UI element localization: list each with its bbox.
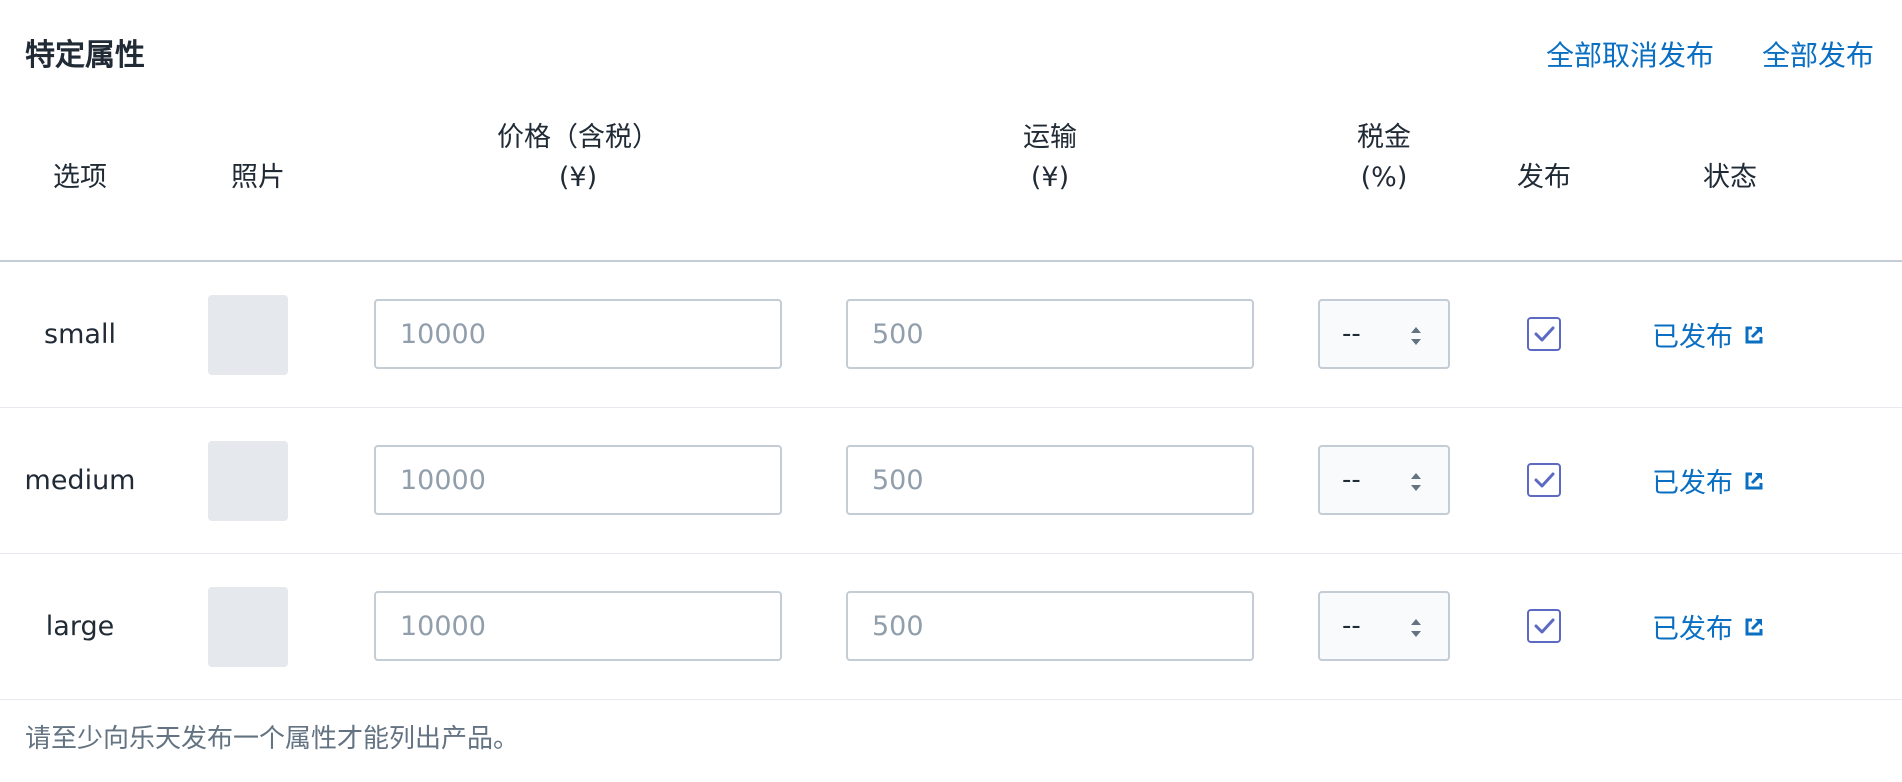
status-label: 已发布 [1652,468,1733,499]
publish-checkbox[interactable] [1527,609,1561,643]
unpublish-all-button[interactable]: 全部取消发布 [1546,34,1714,74]
header-shipping: 运输 (¥) [846,118,1254,198]
tax-select-value: -- [1342,611,1361,641]
tax-select[interactable]: -- [1318,299,1450,369]
section-title: 特定属性 [25,38,145,73]
header-tax-label: 税金 [1357,122,1411,153]
shipping-input[interactable]: 500 [846,591,1254,661]
select-stepper-icon [1411,327,1421,345]
option-label: medium [24,465,136,496]
status-link[interactable]: 已发布 [1652,262,1765,407]
header-actions: 全部取消发布 全部发布 [1546,34,1874,74]
publish-checkbox[interactable] [1527,463,1561,497]
header-price-label: 价格（含税） [497,122,659,153]
status-label: 已发布 [1652,614,1733,645]
publish-all-button[interactable]: 全部发布 [1762,34,1874,74]
header-tax-unit: (%) [1360,162,1408,193]
header-tax: 税金 (%) [1318,118,1450,198]
header-option: 选项 [53,162,107,193]
publish-checkbox[interactable] [1527,317,1561,351]
status-label: 已发布 [1652,322,1733,353]
checkmark-icon [1534,326,1555,342]
header-price-unit: (¥) [558,162,598,193]
header-publish: 发布 [1517,162,1571,193]
option-label: large [45,611,115,642]
shipping-input[interactable]: 500 [846,445,1254,515]
external-link-icon [1745,326,1763,343]
checkmark-icon [1534,472,1555,488]
table-header: 选项 照片 价格（含税） (¥) 运输 (¥) 税金 (%) 发布 状态 [0,100,1902,262]
option-label: small [44,319,116,350]
price-input[interactable]: 10000 [374,299,782,369]
photo-placeholder[interactable] [208,295,288,375]
photo-placeholder[interactable] [208,587,288,667]
photo-placeholder[interactable] [208,441,288,521]
external-link-icon [1745,618,1763,635]
tax-select[interactable]: -- [1318,591,1450,661]
table-row: medium 10000 500 -- 已发布 [0,408,1902,554]
select-stepper-icon [1411,473,1421,491]
price-input[interactable]: 10000 [374,591,782,661]
header-status: 状态 [1703,162,1757,193]
header-shipping-label: 运输 [1023,122,1077,153]
tax-select-value: -- [1342,319,1361,349]
header-photo: 照片 [231,162,285,193]
header-price: 价格（含税） (¥) [374,118,782,198]
external-link-icon [1745,472,1763,489]
tax-select-value: -- [1342,465,1361,495]
footer-note: 请至少向乐天发布一个属性才能列出产品。 [25,724,520,754]
table-row: small 10000 500 -- 已发布 [0,262,1902,408]
table-row: large 10000 500 -- 已发布 [0,554,1902,700]
section-header: 特定属性 全部取消发布 全部发布 [0,0,1902,100]
select-stepper-icon [1411,619,1421,637]
status-link[interactable]: 已发布 [1652,408,1765,553]
tax-select[interactable]: -- [1318,445,1450,515]
checkmark-icon [1534,618,1555,634]
status-link[interactable]: 已发布 [1652,554,1765,699]
shipping-input[interactable]: 500 [846,299,1254,369]
header-shipping-unit: (¥) [1030,162,1070,193]
price-input[interactable]: 10000 [374,445,782,515]
